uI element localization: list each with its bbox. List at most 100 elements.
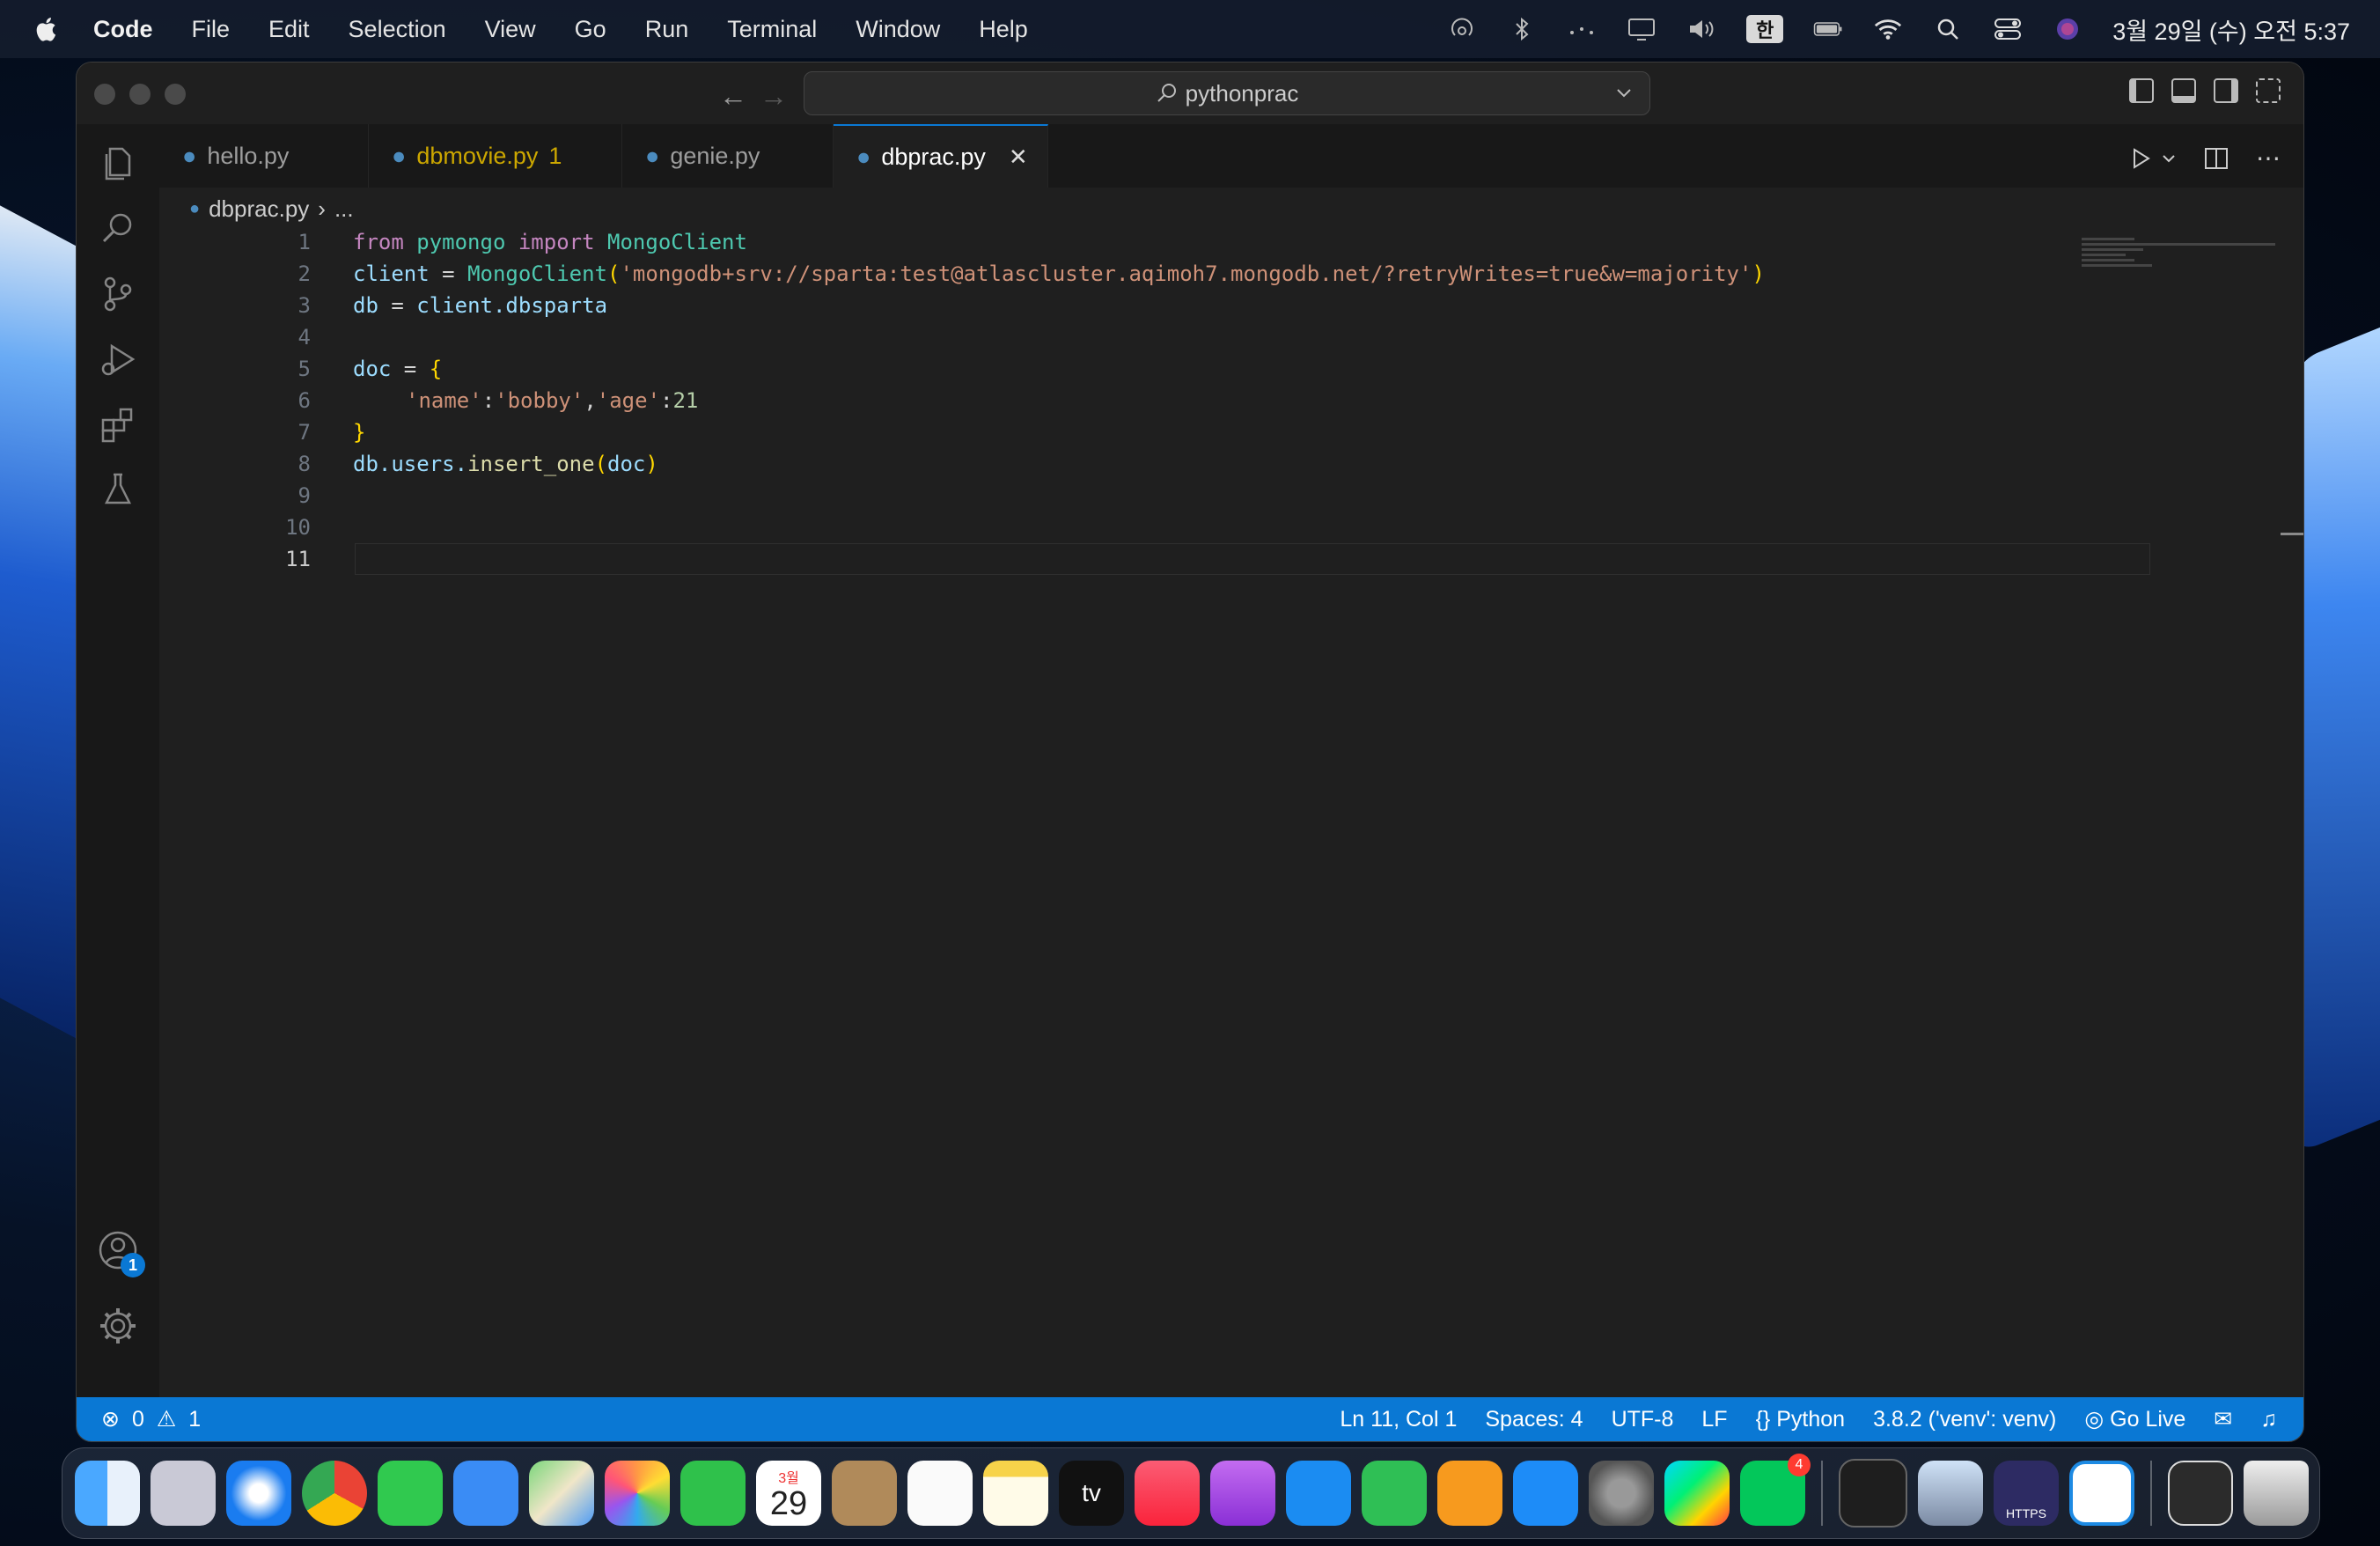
calendar-icon[interactable]: 3월 29: [756, 1461, 821, 1526]
toggle-secondary-sidebar-icon[interactable]: [2214, 78, 2238, 103]
keynote-icon[interactable]: [1286, 1461, 1351, 1526]
status-bar: ⊗ 0 ⚠ 1 Ln 11, Col 1 Spaces: 4 UTF-8 LF …: [77, 1397, 2303, 1441]
wifi-icon[interactable]: [1873, 16, 1903, 42]
menu-run[interactable]: Run: [645, 16, 689, 43]
chrome-icon[interactable]: [302, 1461, 367, 1526]
indentation[interactable]: Spaces: 4: [1485, 1407, 1583, 1432]
display-icon[interactable]: [1627, 16, 1656, 42]
source-control-icon[interactable]: [77, 263, 159, 325]
volume-icon[interactable]: [1686, 16, 1716, 42]
preview-icon[interactable]: [1918, 1461, 1983, 1526]
tab-dbmovie-py[interactable]: ● dbmovie.py 1: [369, 124, 622, 188]
explorer-icon[interactable]: [77, 133, 159, 195]
siri-icon[interactable]: [2053, 16, 2082, 42]
menu-file[interactable]: File: [192, 16, 231, 43]
cursor-position[interactable]: Ln 11, Col 1: [1340, 1407, 1457, 1432]
testing-icon[interactable]: [77, 459, 159, 520]
app-store-icon[interactable]: [1513, 1461, 1578, 1526]
bluetooth-icon[interactable]: [1507, 16, 1537, 42]
pages-icon[interactable]: [1437, 1461, 1502, 1526]
safari-icon[interactable]: [226, 1461, 291, 1526]
input-method-indicator[interactable]: 한: [1746, 15, 1784, 43]
search-view-icon[interactable]: [77, 198, 159, 260]
chevron-down-icon[interactable]: [1611, 79, 1637, 106]
airdrop-icon[interactable]: [1447, 16, 1477, 42]
photos-icon[interactable]: [605, 1461, 670, 1526]
menu-selection[interactable]: Selection: [349, 16, 446, 43]
maps-icon[interactable]: [529, 1461, 594, 1526]
facetime-icon[interactable]: [680, 1461, 746, 1526]
accounts-icon[interactable]: 1: [77, 1219, 159, 1281]
tab-hello-py[interactable]: ● hello.py: [159, 124, 369, 188]
close-tab-icon[interactable]: ✕: [1009, 144, 1028, 171]
problems-indicator[interactable]: ⊗ 0 ⚠ 1: [101, 1406, 201, 1432]
podcasts-icon[interactable]: [1210, 1461, 1275, 1526]
run-python-file-icon[interactable]: [2127, 145, 2154, 172]
spotlight-search-icon[interactable]: [1933, 16, 1963, 42]
apple-icon[interactable]: [35, 15, 60, 43]
extensions-icon[interactable]: [77, 394, 159, 455]
finder-icon[interactable]: [75, 1461, 140, 1526]
error-icon: ⊗: [101, 1407, 120, 1432]
numbers-icon[interactable]: [1362, 1461, 1427, 1526]
battery-icon[interactable]: [1813, 16, 1843, 42]
reminders-icon[interactable]: [907, 1461, 973, 1526]
breadcrumb-symbols[interactable]: ...: [334, 195, 354, 223]
sound-mixer-icon[interactable]: [1567, 16, 1597, 42]
control-center-icon[interactable]: [1993, 16, 2023, 42]
back-arrow-icon[interactable]: ←: [719, 80, 747, 113]
settings-gear-icon[interactable]: [77, 1295, 159, 1357]
window-zoom-button[interactable]: [165, 84, 186, 105]
editor-actions: ⋯: [2127, 144, 2281, 173]
google-play-icon[interactable]: [1664, 1461, 1730, 1526]
apple-tv-icon[interactable]: tv: [1059, 1461, 1124, 1526]
window-minimize-button[interactable]: [129, 84, 151, 105]
notifications-bell-icon[interactable]: ♫: [2260, 1407, 2277, 1432]
mail-icon[interactable]: [453, 1461, 518, 1526]
menu-bar-clock[interactable]: 3월 29일 (수) 오전 5:37: [2112, 12, 2350, 47]
breadcrumb-file[interactable]: dbprac.py: [209, 195, 309, 223]
menu-view[interactable]: View: [485, 16, 536, 43]
menu-go[interactable]: Go: [575, 16, 606, 43]
proxyman-icon[interactable]: HTTPS: [1994, 1461, 2059, 1526]
scrollbar-marker[interactable]: [2281, 533, 2303, 535]
customize-layout-icon[interactable]: [2256, 78, 2281, 103]
more-actions-icon[interactable]: ⋯: [2256, 144, 2281, 173]
messages-icon[interactable]: [378, 1461, 443, 1526]
split-editor-icon[interactable]: [2203, 145, 2229, 172]
terminal-icon[interactable]: [1839, 1459, 1907, 1528]
trash-icon[interactable]: [2244, 1461, 2309, 1526]
menu-help[interactable]: Help: [979, 16, 1028, 43]
tab-dbprac-py[interactable]: ● dbprac.py ✕: [834, 124, 1048, 188]
contacts-icon[interactable]: [832, 1461, 897, 1526]
feedback-icon[interactable]: ✉: [2214, 1406, 2232, 1432]
vscode-icon[interactable]: [2069, 1461, 2134, 1526]
notes-icon[interactable]: [983, 1461, 1048, 1526]
window-close-button[interactable]: [94, 84, 115, 105]
toggle-panel-icon[interactable]: [2171, 78, 2196, 103]
minimap[interactable]: [2082, 235, 2286, 279]
menu-window[interactable]: Window: [856, 16, 940, 43]
command-center-search[interactable]: pythonprac: [804, 71, 1650, 115]
launchpad-icon[interactable]: [151, 1461, 216, 1526]
toggle-primary-sidebar-icon[interactable]: [2129, 78, 2154, 103]
code-editor[interactable]: 1 from pymongo import MongoClient 2 clie…: [159, 226, 2303, 1397]
run-and-debug-icon[interactable]: [77, 328, 159, 390]
python-interpreter[interactable]: 3.8.2 ('venv': venv): [1873, 1407, 2056, 1432]
menu-edit[interactable]: Edit: [268, 16, 310, 43]
system-settings-icon[interactable]: [1589, 1461, 1654, 1526]
downloads-stack-icon[interactable]: [2168, 1461, 2233, 1526]
tab-genie-py[interactable]: ● genie.py: [622, 124, 834, 188]
naver-icon[interactable]: 4: [1740, 1454, 1811, 1526]
end-of-line[interactable]: LF: [1701, 1407, 1727, 1432]
forward-arrow-icon[interactable]: →: [760, 80, 788, 113]
language-mode[interactable]: {} Python: [1756, 1407, 1846, 1432]
encoding[interactable]: UTF-8: [1612, 1407, 1674, 1432]
music-icon[interactable]: [1135, 1461, 1200, 1526]
dock-separator: [2150, 1461, 2152, 1526]
go-live-button[interactable]: ◎ Go Live: [2084, 1406, 2185, 1432]
menu-terminal[interactable]: Terminal: [727, 16, 817, 43]
menu-app-name[interactable]: Code: [93, 16, 153, 43]
line-number: 2: [298, 261, 311, 286]
chevron-down-icon[interactable]: [2161, 151, 2177, 166]
